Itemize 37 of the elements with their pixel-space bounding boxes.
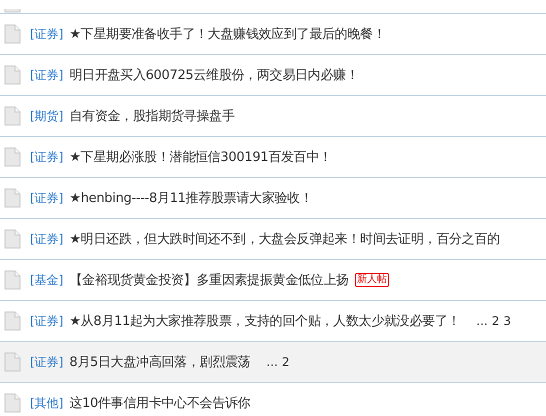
page-ellipsis: ... xyxy=(476,314,488,328)
thread-title[interactable]: ★下星期要准备收手了！大盘赚钱效应到了最后的晚餐！ xyxy=(69,25,386,43)
file-icon xyxy=(4,311,21,331)
thread-title[interactable]: 自有资金，股指期货寻操盘手 xyxy=(69,107,234,125)
category-link[interactable]: [证券] xyxy=(30,66,64,84)
page-link[interactable]: 2 xyxy=(282,355,290,369)
thread-title[interactable]: ★下星期必涨股！潜能恒信300191百发百中！ xyxy=(69,148,332,166)
thread-row[interactable]: [证券] 8月5日大盘冲高回落，剧烈震荡 ... 2 xyxy=(0,342,546,383)
thread-title[interactable]: 【金裕现货黄金投资】多重因素提振黄金低位上扬 xyxy=(69,271,349,289)
page-ellipsis: ... xyxy=(266,355,278,369)
file-icon xyxy=(4,106,21,126)
page-link[interactable]: 2 xyxy=(492,314,500,328)
file-icon xyxy=(4,393,21,413)
file-icon xyxy=(4,229,21,249)
thread-title[interactable]: 这10件事信用卡中心不会告诉你 xyxy=(69,394,250,412)
file-icon xyxy=(4,188,21,208)
category-link[interactable]: [证券] xyxy=(30,230,64,248)
thread-title[interactable]: ★从8月11起为大家推荐股票，支持的回个贴，人数太少就没必要了！ xyxy=(69,312,460,330)
thread-title[interactable]: ★henbing----8月11推荐股票请大家验收！ xyxy=(69,189,313,207)
category-link[interactable]: [证券] xyxy=(30,148,64,166)
thread-title[interactable]: 8月5日大盘冲高回落，剧烈震荡 xyxy=(69,353,250,371)
category-link[interactable]: [其他] xyxy=(30,394,64,412)
category-link[interactable]: [证券] xyxy=(30,26,64,42)
file-icon xyxy=(4,270,21,290)
page-link[interactable]: 3 xyxy=(503,314,511,328)
new-post-badge: 新人帖 xyxy=(354,273,389,287)
category-link[interactable]: [证券] xyxy=(30,190,64,206)
category-link[interactable]: [证券] xyxy=(30,354,64,370)
file-icon xyxy=(4,24,21,44)
thread-title[interactable]: ★明日还跌，但大跌时间还不到，大盘会反弹起来！时间去证明，百分之百的 xyxy=(69,230,500,248)
category-link[interactable]: [证券] xyxy=(30,312,64,330)
file-icon xyxy=(4,352,21,372)
file-icon xyxy=(4,147,21,167)
category-link[interactable]: [期货] xyxy=(30,108,64,124)
thread-title[interactable]: 明日开盘买入600725云维股份，两交易日内必赚！ xyxy=(69,66,359,84)
category-link[interactable]: [基金] xyxy=(30,272,64,288)
file-icon xyxy=(4,65,21,85)
